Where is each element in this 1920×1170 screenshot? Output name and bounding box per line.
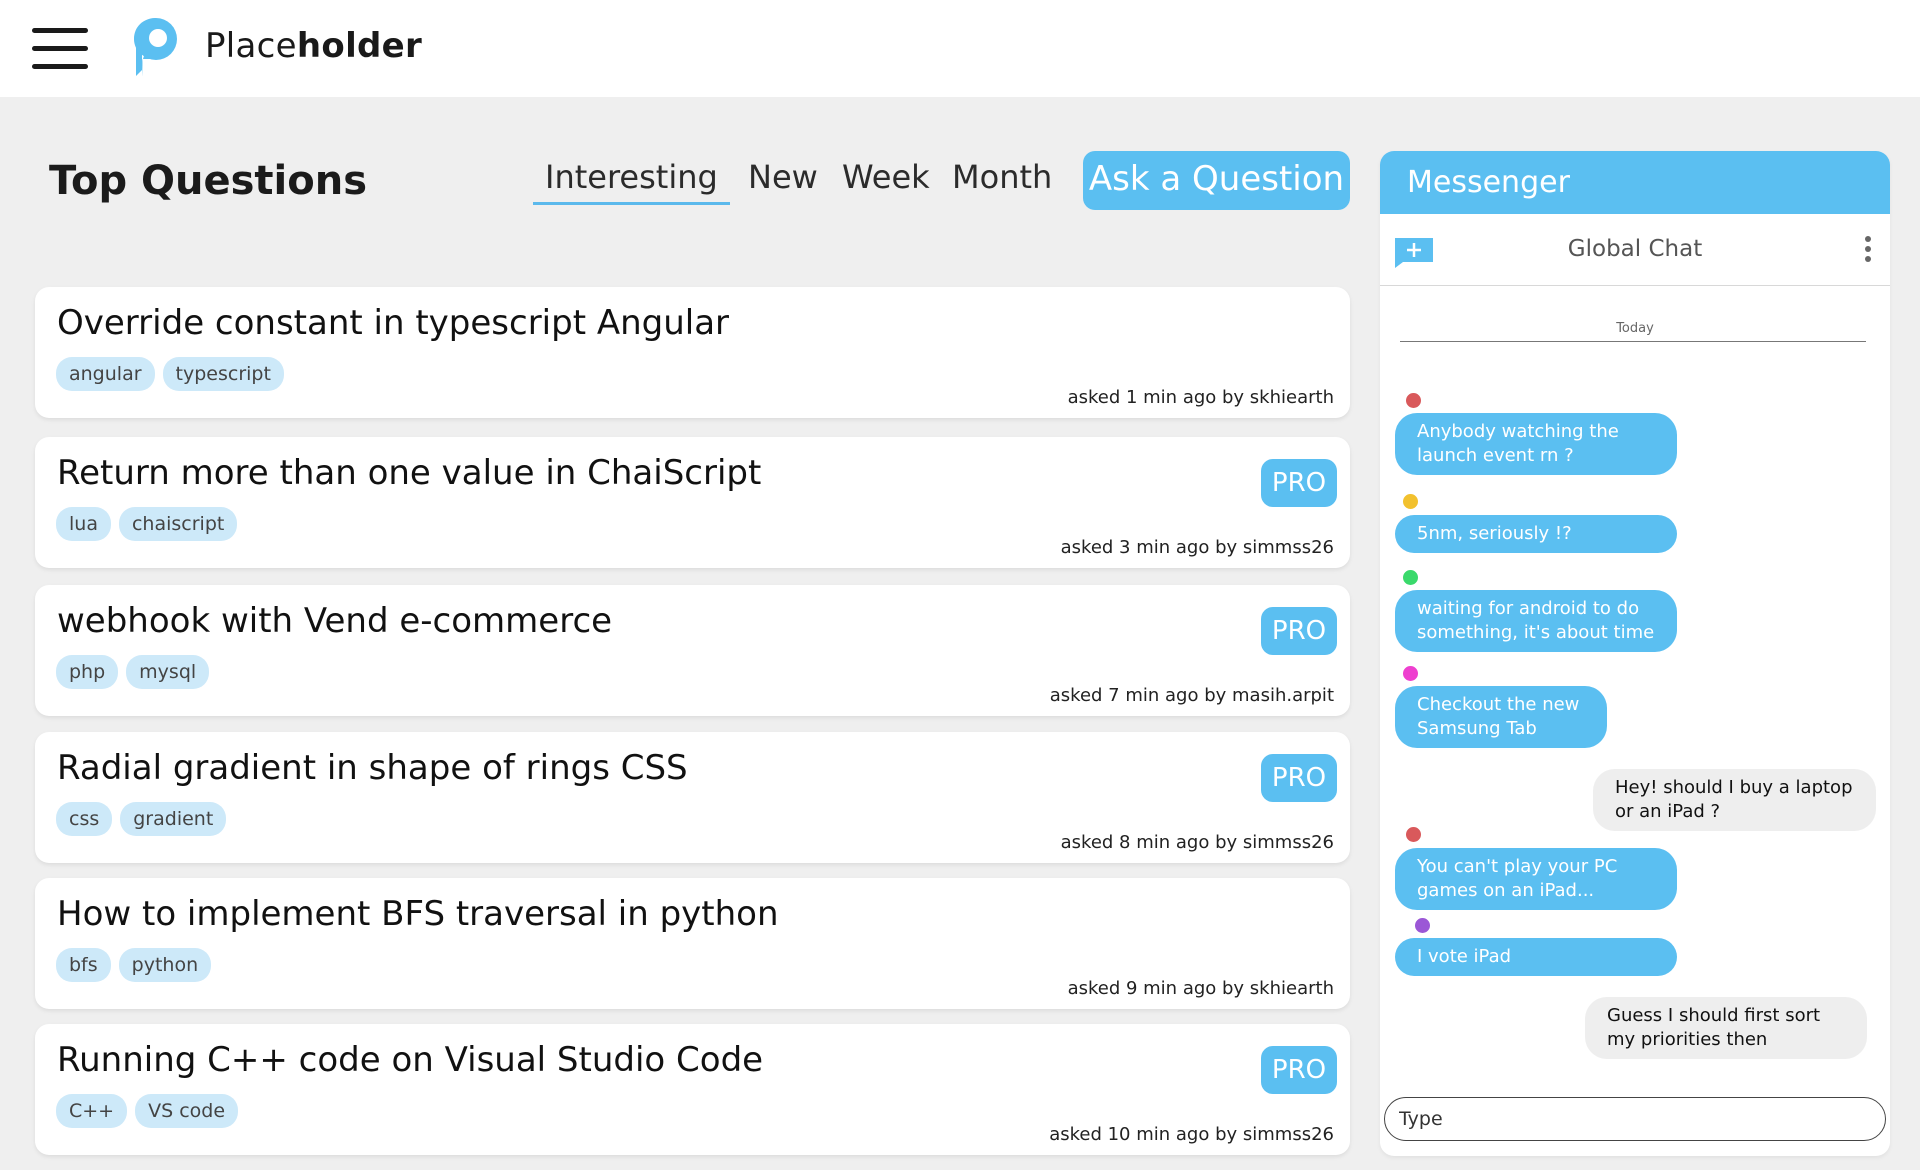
asked-meta: asked 3 min ago by simmss26	[1060, 537, 1334, 558]
tag[interactable]: VS code	[135, 1094, 239, 1128]
question-card[interactable]: Override constant in typescript Angular a…	[35, 287, 1350, 418]
tag[interactable]: chaiscript	[118, 507, 238, 541]
incoming-message: I vote iPad	[1395, 938, 1677, 976]
tag-list: php mysql	[56, 655, 210, 689]
tag[interactable]: php	[56, 655, 119, 689]
question-card[interactable]: webhook with Vend e-commerce php mysql PRO a…	[35, 585, 1350, 716]
tab-month[interactable]: Month	[952, 158, 1052, 196]
tag[interactable]: lua	[56, 507, 111, 541]
messenger-title: Messenger	[1407, 165, 1570, 200]
more-options-icon[interactable]	[1862, 236, 1874, 264]
incoming-message: Checkout the new Samsung Tab	[1395, 686, 1607, 748]
page-title: Top Questions	[49, 158, 368, 204]
asked-meta: asked 10 min ago by simmss26	[1049, 1124, 1334, 1145]
question-title[interactable]: Radial gradient in shape of rings CSS	[57, 748, 688, 788]
incoming-message: 5nm, seriously !?	[1395, 515, 1677, 553]
tag[interactable]: css	[56, 802, 113, 836]
user-avatar-dot	[1406, 393, 1421, 408]
incoming-message: waiting for android to do something, it'…	[1395, 590, 1677, 652]
question-title[interactable]: Override constant in typescript Angular	[57, 303, 729, 343]
ask-question-button[interactable]: Ask a Question	[1083, 151, 1350, 210]
tag[interactable]: C++	[56, 1094, 128, 1128]
pro-badge: PRO	[1261, 459, 1337, 507]
tab-interesting[interactable]: Interesting	[533, 158, 730, 205]
incoming-message: You can't play your PC games on an iPad.…	[1395, 848, 1677, 910]
question-card[interactable]: Running C++ code on Visual Studio Code C+…	[35, 1024, 1350, 1155]
chat-header: Global Chat	[1380, 214, 1890, 286]
user-avatar-dot	[1415, 918, 1430, 933]
user-avatar-dot	[1403, 570, 1418, 585]
pro-badge: PRO	[1261, 1046, 1337, 1094]
messenger-header: Messenger	[1380, 151, 1890, 214]
question-title[interactable]: Running C++ code on Visual Studio Code	[57, 1040, 763, 1080]
logo-icon	[134, 18, 177, 76]
hamburger-menu-icon[interactable]	[32, 28, 88, 70]
tag-list: C++ VS code	[56, 1094, 239, 1128]
message-input[interactable]	[1384, 1097, 1886, 1141]
tag[interactable]: python	[118, 948, 212, 982]
outgoing-message: Hey! should I buy a laptop or an iPad ?	[1593, 769, 1876, 831]
tag-list: bfs python	[56, 948, 212, 982]
question-card[interactable]: Return more than one value in ChaiScript…	[35, 437, 1350, 568]
brand-name[interactable]: Placeholder	[205, 26, 422, 66]
question-card[interactable]: How to implement BFS traversal in python…	[35, 878, 1350, 1009]
tag-list: angular typescript	[56, 357, 284, 391]
asked-meta: asked 1 min ago by skhiearth	[1067, 387, 1334, 408]
tag[interactable]: mysql	[126, 655, 210, 689]
question-card[interactable]: Radial gradient in shape of rings CSS css…	[35, 732, 1350, 863]
user-avatar-dot	[1403, 494, 1418, 509]
tag[interactable]: typescript	[162, 357, 284, 391]
tab-new[interactable]: New	[748, 158, 818, 196]
date-divider-line	[1400, 341, 1866, 342]
tag-list: css gradient	[56, 802, 227, 836]
asked-meta: asked 9 min ago by skhiearth	[1067, 978, 1334, 999]
tag[interactable]: angular	[56, 357, 155, 391]
chat-name: Global Chat	[1567, 236, 1703, 262]
asked-meta: asked 8 min ago by simmss26	[1060, 832, 1334, 853]
user-avatar-dot	[1403, 666, 1418, 681]
question-title[interactable]: webhook with Vend e-commerce	[57, 601, 612, 641]
tag[interactable]: bfs	[56, 948, 111, 982]
top-bar: Placeholder	[0, 0, 1920, 97]
outgoing-message: Guess I should first sort my priorities …	[1585, 997, 1867, 1059]
incoming-message: Anybody watching the launch event rn ?	[1395, 413, 1677, 475]
pro-badge: PRO	[1261, 754, 1337, 802]
question-title[interactable]: Return more than one value in ChaiScript	[57, 453, 761, 493]
messenger-panel: Messenger Global Chat Today Anybody watc…	[1380, 151, 1890, 1156]
pro-badge: PRO	[1261, 607, 1337, 655]
tag[interactable]: gradient	[120, 802, 227, 836]
question-title[interactable]: How to implement BFS traversal in python	[57, 894, 779, 934]
asked-meta: asked 7 min ago by masih.arpit	[1049, 685, 1334, 706]
date-divider: Today	[1616, 321, 1654, 336]
tag-list: lua chaiscript	[56, 507, 238, 541]
user-avatar-dot	[1406, 827, 1421, 842]
tab-week[interactable]: Week	[842, 158, 930, 196]
